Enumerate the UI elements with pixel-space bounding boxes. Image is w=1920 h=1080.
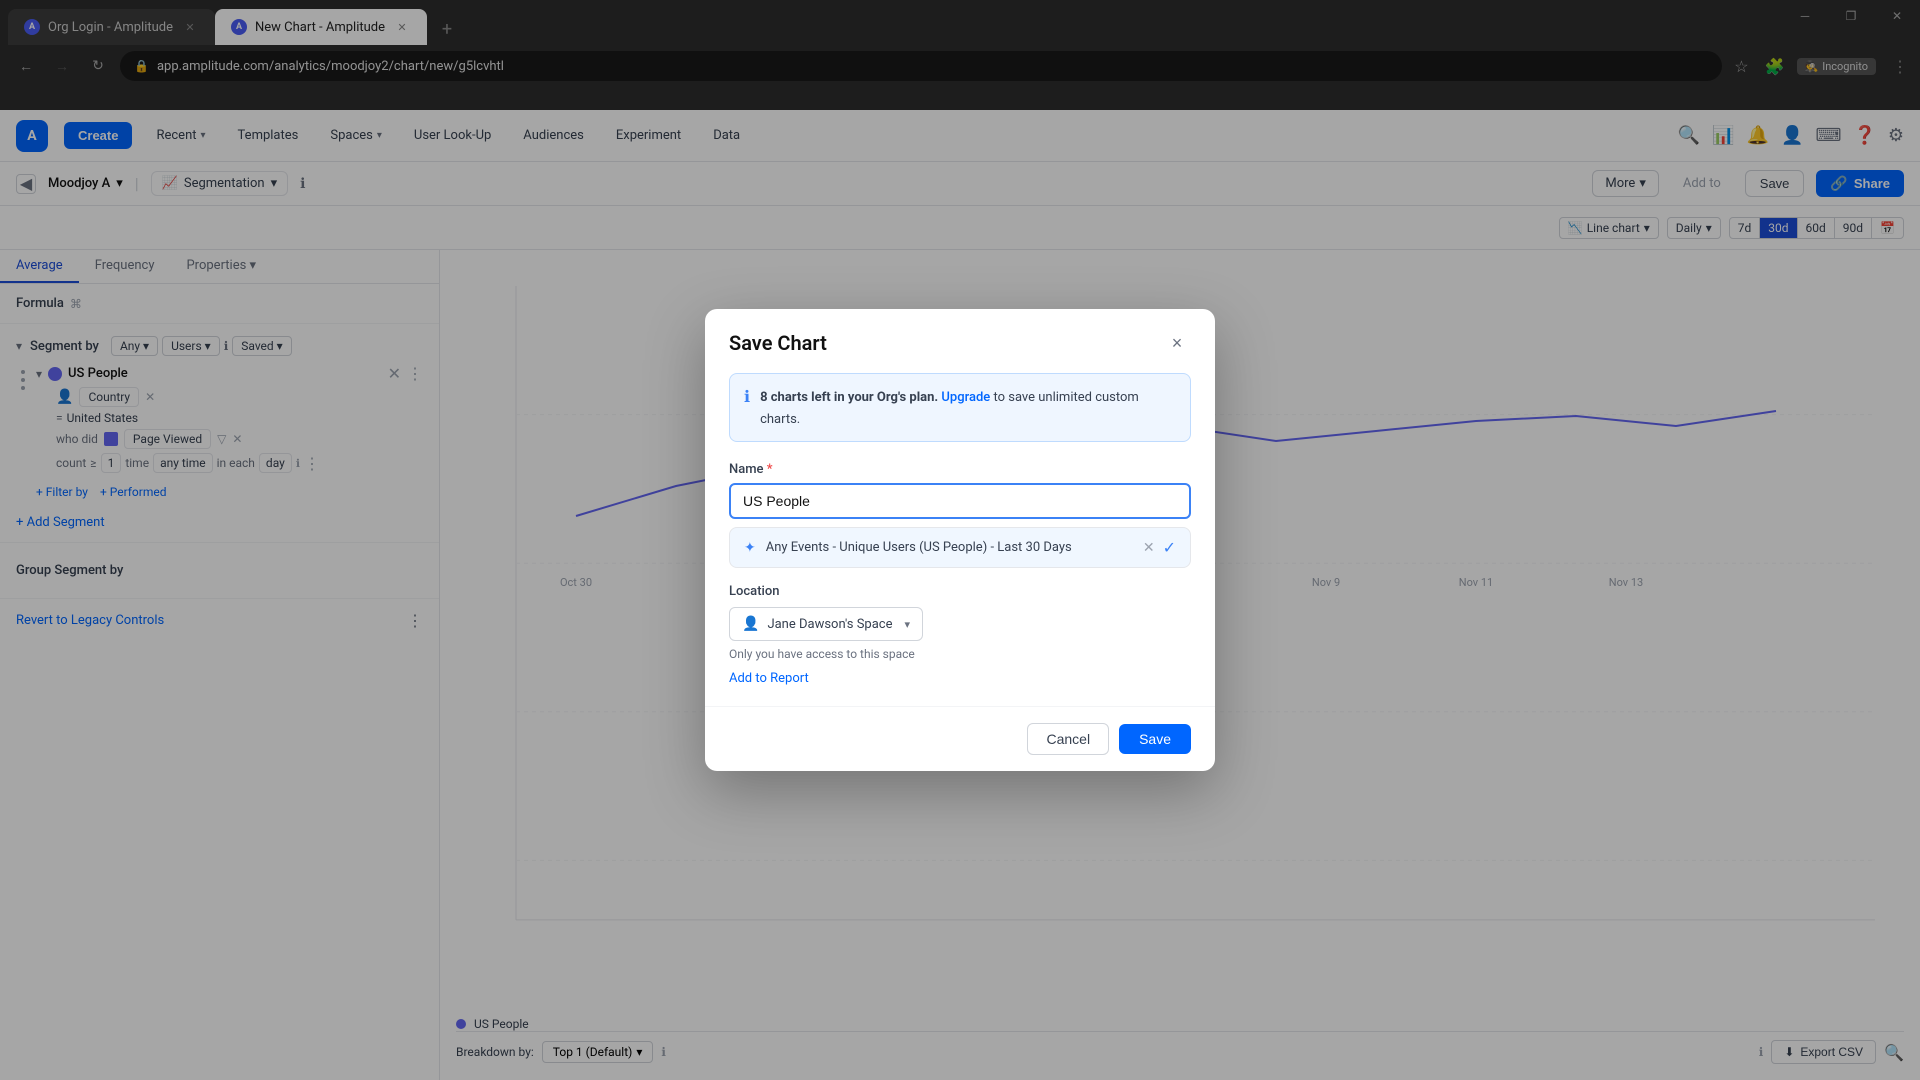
space-chevron-icon: ▾: [904, 618, 910, 631]
modal-footer: Cancel Save: [705, 706, 1215, 771]
space-person-icon: 👤: [742, 616, 759, 632]
modal-body: ℹ 8 charts left in your Org's plan. Upgr…: [705, 373, 1215, 706]
modal-header: Save Chart ×: [705, 309, 1215, 373]
info-banner: ℹ 8 charts left in your Org's plan. Upgr…: [729, 373, 1191, 442]
modal-title: Save Chart: [729, 331, 827, 355]
cancel-button[interactable]: Cancel: [1027, 723, 1109, 755]
name-input[interactable]: [729, 483, 1191, 519]
save-modal-button[interactable]: Save: [1119, 724, 1191, 754]
add-to-report-link[interactable]: Add to Report: [729, 671, 1191, 686]
name-suggestion: ✦ Any Events - Unique Users (US People) …: [729, 527, 1191, 568]
location-label: Location: [729, 584, 1191, 599]
modal-close-button[interactable]: ×: [1163, 329, 1191, 357]
suggestion-actions: ✕ ✓: [1143, 538, 1176, 557]
name-label: Name *: [729, 462, 1191, 477]
required-star: *: [767, 462, 773, 477]
modal-overlay[interactable]: Save Chart × ℹ 8 charts left in your Org…: [0, 0, 1920, 1080]
suggestion-text: Any Events - Unique Users (US People) - …: [766, 540, 1133, 555]
name-field-section: Name *: [729, 462, 1191, 519]
suggestion-reject-button[interactable]: ✕: [1143, 540, 1155, 556]
info-banner-content: 8 charts left in your Org's plan. Upgrad…: [760, 386, 1176, 429]
location-section: Location 👤 Jane Dawson's Space ▾ Only yo…: [729, 584, 1191, 686]
suggestion-sparkle-icon: ✦: [744, 540, 756, 556]
suggestion-accept-button[interactable]: ✓: [1163, 538, 1176, 557]
space-name: Jane Dawson's Space: [767, 617, 892, 632]
upgrade-link[interactable]: Upgrade: [941, 390, 990, 405]
info-banner-icon: ℹ: [744, 387, 750, 406]
space-selector[interactable]: 👤 Jane Dawson's Space ▾: [729, 607, 923, 641]
space-note: Only you have access to this space: [729, 647, 1191, 661]
save-chart-modal: Save Chart × ℹ 8 charts left in your Org…: [705, 309, 1215, 771]
